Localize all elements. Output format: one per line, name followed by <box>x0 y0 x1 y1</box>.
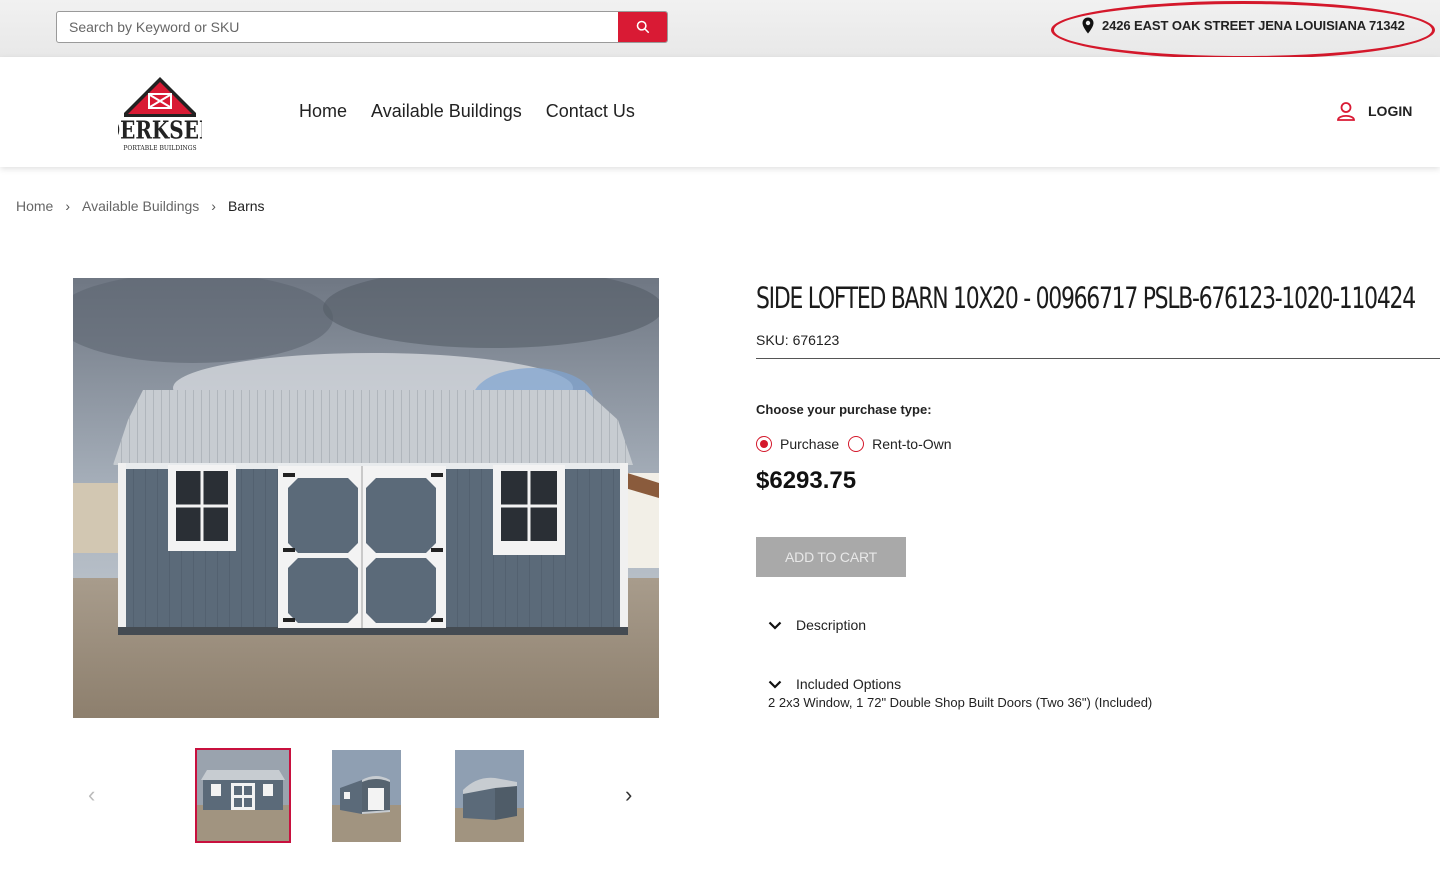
product-sku: SKU: 676123 <box>756 332 839 348</box>
breadcrumb-separator-icon: › <box>211 198 216 214</box>
logo-name: DERKSEN <box>118 117 202 145</box>
product-title: SIDE LOFTED BARN 10X20 - 00966717 PSLB-6… <box>756 281 1416 315</box>
description-accordion[interactable]: Description <box>768 617 866 633</box>
purchase-type-options: Purchase Rent-to-Own <box>756 436 953 452</box>
search-bar <box>56 11 668 43</box>
derksen-logo[interactable]: DERKSEN PORTABLE BUILDINGS <box>103 75 217 155</box>
purchase-radio[interactable] <box>756 436 772 452</box>
address-text: 2426 EAST OAK STREET JENA LOUISIANA 7134… <box>1102 18 1405 33</box>
chevron-down-icon <box>768 621 782 630</box>
logo-tagline: PORTABLE BUILDINGS <box>123 145 196 152</box>
top-bar: 2426 EAST OAK STREET JENA LOUISIANA 7134… <box>0 0 1440 59</box>
gallery-next-chevron-icon[interactable]: › <box>625 782 632 808</box>
map-pin-icon <box>1082 17 1094 34</box>
nav-home[interactable]: Home <box>299 101 347 122</box>
login-label: LOGIN <box>1368 103 1413 119</box>
nav-contact-us[interactable]: Contact Us <box>546 101 635 122</box>
site-header: DERKSEN PORTABLE BUILDINGS Home Availabl… <box>0 57 1440 167</box>
purchase-type-label: Choose your purchase type: <box>756 402 932 417</box>
breadcrumb: Home › Available Buildings › Barns <box>16 198 265 214</box>
product-price: $6293.75 <box>756 467 857 494</box>
chevron-down-icon <box>768 680 782 689</box>
included-options-accordion[interactable]: Included Options <box>768 676 901 692</box>
store-address[interactable]: 2426 EAST OAK STREET JENA LOUISIANA 7134… <box>1082 17 1405 34</box>
search-icon <box>636 20 649 34</box>
gallery-thumbnail-1[interactable] <box>195 748 291 843</box>
login-link[interactable]: LOGIN <box>1336 101 1412 121</box>
purchase-radio-label[interactable]: Purchase <box>780 436 839 452</box>
breadcrumb-available-buildings[interactable]: Available Buildings <box>82 198 199 214</box>
divider <box>756 358 1440 359</box>
product-main-image[interactable] <box>73 278 659 718</box>
add-to-cart-button[interactable]: ADD TO CART <box>756 537 906 577</box>
rent-to-own-radio-label[interactable]: Rent-to-Own <box>872 436 951 452</box>
sku-value: 676123 <box>792 332 840 348</box>
breadcrumb-home[interactable]: Home <box>16 198 53 214</box>
breadcrumb-separator-icon: › <box>65 198 71 214</box>
gallery-thumbnail-2[interactable] <box>332 750 401 842</box>
included-options-label: Included Options <box>796 676 902 692</box>
included-options-text: 2 2x3 Window, 1 72" Double Shop Built Do… <box>768 695 1153 710</box>
search-button[interactable] <box>618 12 667 42</box>
user-icon <box>1337 102 1355 121</box>
nav-available-buildings[interactable]: Available Buildings <box>371 101 522 122</box>
description-label: Description <box>796 617 867 633</box>
gallery-thumbnail-3[interactable] <box>455 750 524 842</box>
breadcrumb-current: Barns <box>227 198 265 214</box>
rent-to-own-radio[interactable] <box>848 436 865 452</box>
sku-label: SKU: <box>756 332 789 348</box>
main-nav: Home Available Buildings Contact Us <box>299 101 635 122</box>
search-input[interactable] <box>57 12 618 42</box>
gallery-prev-chevron-icon[interactable]: ‹ <box>88 782 95 808</box>
